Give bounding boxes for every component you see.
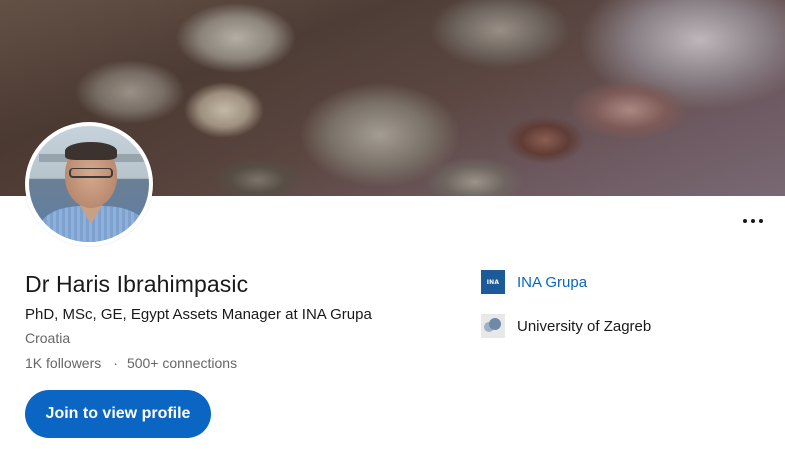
avatar-glasses [69, 168, 113, 178]
avatar-hair [65, 142, 117, 160]
education-school: University of Zagreb [481, 314, 651, 338]
connections-count: 500+ connections [126, 355, 238, 371]
stats-separator: · [113, 355, 118, 371]
current-company[interactable]: INA INA Grupa [481, 270, 587, 294]
company-logo: INA [481, 270, 505, 294]
profile-location: Croatia [25, 330, 71, 346]
company-name-link[interactable]: INA Grupa [517, 274, 587, 291]
followers-count: 1K followers [25, 355, 102, 371]
profile-card: Dr Haris Ibrahimpasic PhD, MSc, GE, Egyp… [0, 0, 785, 461]
profile-avatar[interactable] [25, 122, 153, 246]
more-dot [751, 219, 755, 223]
profile-name: Dr Haris Ibrahimpasic [25, 271, 249, 297]
more-horizontal-icon [743, 219, 747, 223]
more-dot [759, 219, 763, 223]
school-name: University of Zagreb [517, 317, 652, 335]
profile-headline: PhD, MSc, GE, Egypt Assets Manager at IN… [25, 306, 372, 323]
join-to-view-profile-button[interactable]: Join to view profile [25, 390, 211, 438]
school-logo-icon [481, 314, 505, 338]
company-logo-text: INA [486, 278, 500, 286]
school-logo-shape [489, 318, 501, 330]
more-options-button[interactable] [736, 210, 770, 232]
profile-stats: 1K followers · 500+ connections [25, 355, 237, 371]
